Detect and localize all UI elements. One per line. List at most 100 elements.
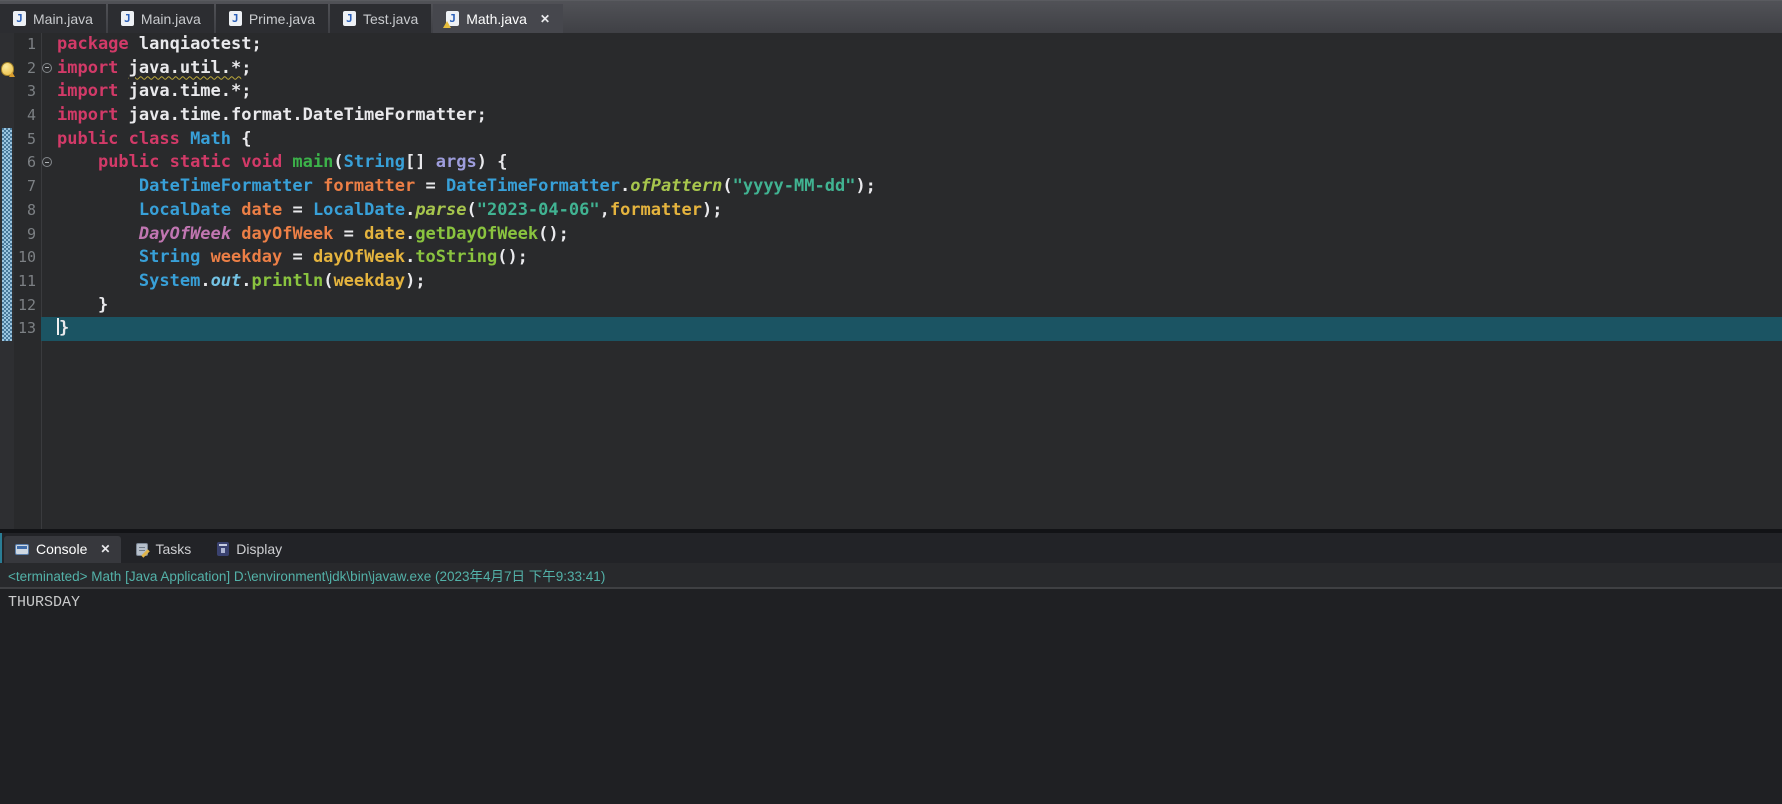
code-line: 10 String weekday = dayOfWeek.toString()… [0, 246, 1782, 270]
code-token: . [620, 176, 630, 196]
code-text[interactable]: import java.time.format.DateTimeFormatte… [55, 104, 1782, 128]
fold-column [41, 223, 55, 247]
java-file-icon: J [343, 11, 356, 26]
console-output[interactable]: THURSDAY [0, 589, 1782, 804]
code-token: ; [241, 58, 251, 78]
line-number: 11 [14, 270, 41, 294]
code-token [57, 176, 139, 196]
code-token: ( [323, 271, 333, 291]
code-token: = [415, 176, 446, 196]
console-tab-tasks[interactable]: Tasks [125, 536, 202, 563]
code-token: date [364, 224, 405, 244]
close-icon[interactable]: ✕ [540, 12, 550, 26]
code-text[interactable]: public class Math { [55, 128, 1782, 152]
code-token [57, 247, 139, 267]
editor-tab-0-main-java[interactable]: JMain.java [0, 4, 106, 33]
collapse-icon[interactable] [42, 157, 52, 167]
annotation-cell [0, 199, 14, 223]
code-token [57, 271, 139, 291]
code-token: formatter [610, 200, 702, 220]
eclipse-window: JMain.javaJMain.javaJPrime.javaJTest.jav… [0, 0, 1782, 804]
warning-overlay-icon [443, 21, 451, 28]
line-number: 13 [14, 317, 41, 341]
code-token: ); [702, 200, 722, 220]
console-tab-bar: Console ✕ TasksDisplay [0, 533, 1782, 563]
annotation-cell [0, 175, 14, 199]
console-status-line: <terminated> Math [Java Application] D:\… [0, 563, 1782, 589]
code-text[interactable]: LocalDate date = LocalDate.parse("2023-0… [55, 199, 1782, 223]
close-icon[interactable]: ✕ [100, 542, 110, 556]
code-line: 1package lanqiaotest; [0, 33, 1782, 57]
code-text[interactable]: import java.time.*; [55, 80, 1782, 104]
code-text[interactable]: import java.util.*; [55, 57, 1782, 81]
code-token: (); [497, 247, 528, 267]
tab-label: Prime.java [249, 11, 315, 27]
code-token: ( [333, 152, 343, 172]
code-token: main [292, 152, 333, 172]
code-token [231, 224, 241, 244]
tab-label: Console [36, 541, 87, 557]
code-token: java.time.format.DateTimeFormatter; [129, 105, 487, 125]
code-token: weekday [211, 247, 283, 267]
code-line: 9 DayOfWeek dayOfWeek = date.getDayOfWee… [0, 223, 1782, 247]
code-token: ofPattern [630, 176, 722, 196]
editor-tab-2-prime-java[interactable]: JPrime.java [216, 4, 328, 33]
line-number: 5 [14, 128, 41, 152]
code-token: LocalDate [313, 200, 405, 220]
code-token: args [436, 152, 477, 172]
annotation-cell [0, 57, 14, 81]
code-line: 5 public class Math { [0, 128, 1782, 152]
code-token: import [57, 81, 129, 101]
tab-label: Test.java [363, 11, 418, 27]
editor-tab-3-test-java[interactable]: J Test.java [330, 4, 431, 33]
code-token: = [282, 247, 313, 267]
code-token: = [282, 200, 313, 220]
display-icon [217, 542, 229, 556]
fold-column [41, 104, 55, 128]
code-text[interactable]: package lanqiaotest; [55, 33, 1782, 57]
code-token: java.util.* [129, 58, 242, 78]
code-token: System [139, 271, 200, 291]
line-number: 9 [14, 223, 41, 247]
code-text[interactable]: DateTimeFormatter formatter = DateTimeFo… [55, 175, 1782, 199]
code-line: 13} [0, 317, 1782, 341]
console-tab-display[interactable]: Display [206, 536, 293, 563]
code-text[interactable]: public static void main(String[] args) { [55, 151, 1782, 175]
code-line: 4import java.time.format.DateTimeFormatt… [0, 104, 1782, 128]
code-token: } [57, 295, 108, 315]
code-token [57, 152, 98, 172]
code-token: . [405, 200, 415, 220]
collapse-icon[interactable] [42, 63, 52, 73]
code-token [57, 224, 139, 244]
warning-lightbulb-icon[interactable] [1, 62, 14, 76]
code-text[interactable]: String weekday = dayOfWeek.toString(); [55, 246, 1782, 270]
code-token [313, 176, 323, 196]
tab-label: Main.java [33, 11, 93, 27]
code-editor[interactable]: 1package lanqiaotest;2 import java.util.*… [0, 33, 1782, 529]
code-line: 2 import java.util.*; [0, 57, 1782, 81]
editor-tab-bar: JMain.javaJMain.javaJPrime.javaJTest.jav… [0, 0, 1782, 33]
code-text[interactable]: } [55, 294, 1782, 318]
code-line: 11 System.out.println(weekday); [0, 270, 1782, 294]
code-text[interactable]: } [55, 317, 1782, 341]
code-token: = [333, 224, 364, 244]
code-text[interactable]: System.out.println(weekday); [55, 270, 1782, 294]
code-token: String [344, 152, 405, 172]
editor-tab-1-main-java[interactable]: JMain.java [108, 4, 214, 33]
line-number: 2 [14, 57, 41, 81]
code-token [231, 200, 241, 220]
annotation-cell [0, 246, 14, 270]
console-icon [15, 544, 29, 555]
line-number: 10 [14, 246, 41, 270]
console-tab-console[interactable]: Console ✕ [4, 536, 121, 563]
code-token: toString [415, 247, 497, 267]
code-token: java.time.*; [129, 81, 252, 101]
code-token: . [200, 271, 210, 291]
annotation-cell [0, 151, 14, 175]
code-text[interactable]: DayOfWeek dayOfWeek = date.getDayOfWeek(… [55, 223, 1782, 247]
annotation-cell [0, 80, 14, 104]
code-token: formatter [323, 176, 415, 196]
code-token: DateTimeFormatter [139, 176, 313, 196]
editor-tab-4-math-java[interactable]: JMath.java✕ [433, 4, 563, 33]
fold-column [41, 33, 55, 57]
